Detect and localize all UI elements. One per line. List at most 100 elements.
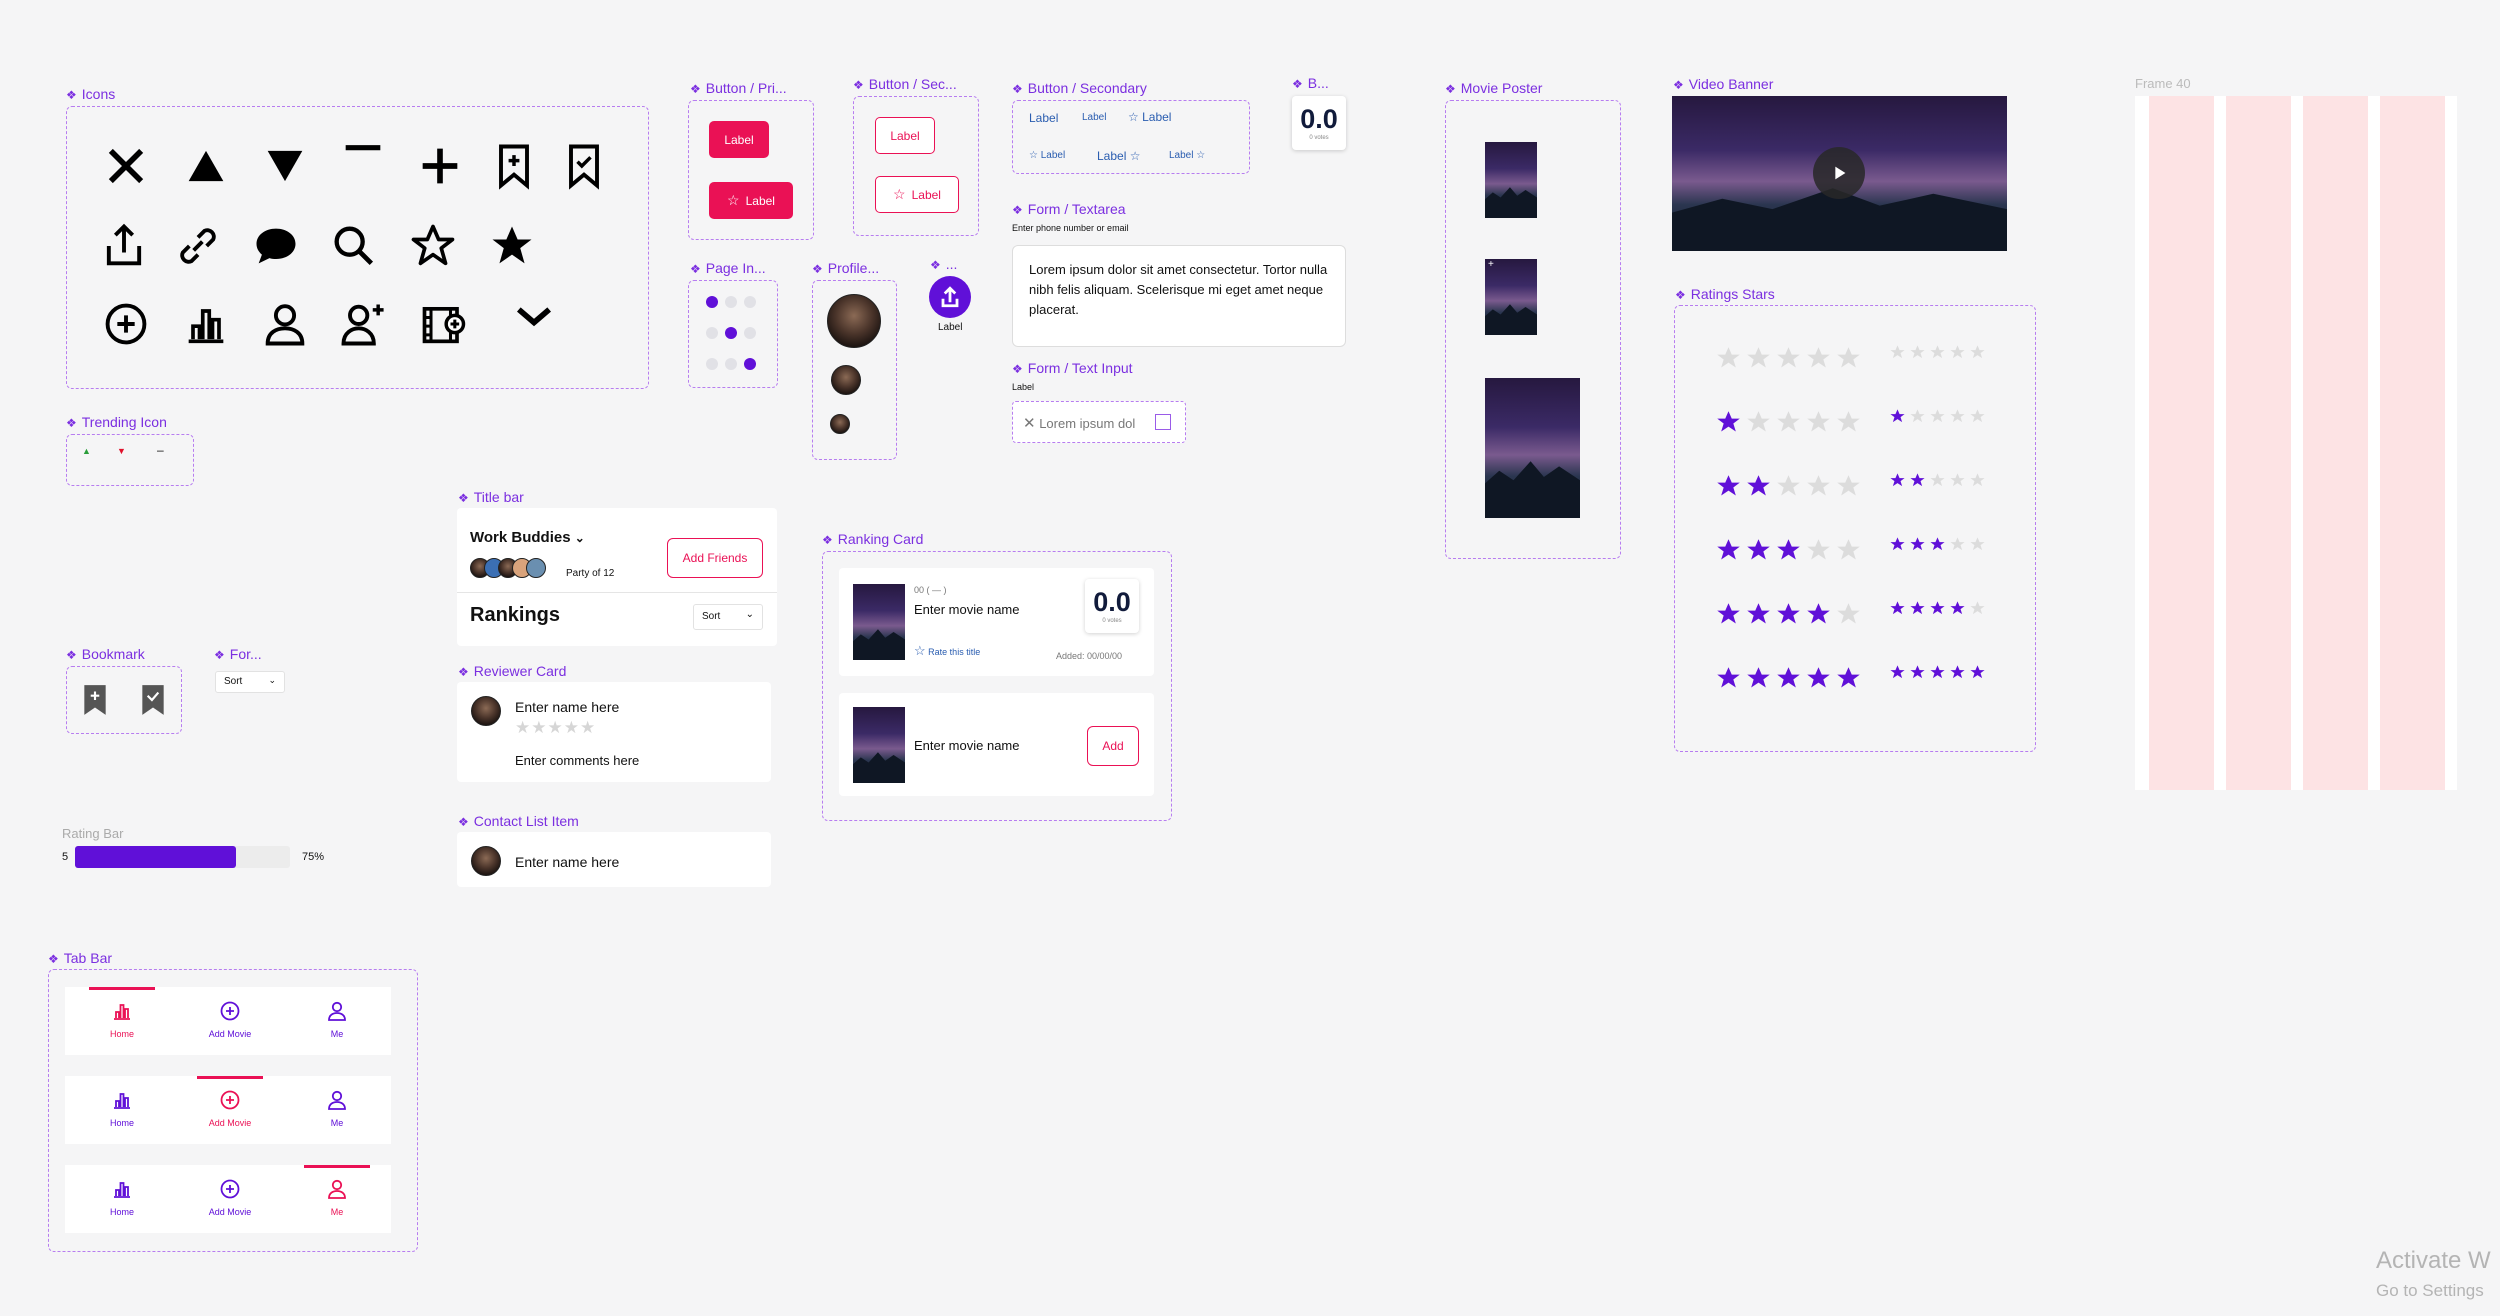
star-icon[interactable] [1929,344,1946,361]
rating-stars-small[interactable] [1889,536,1989,558]
star-outline-icon[interactable] [407,220,459,272]
plus-icon[interactable]: + [1488,259,1494,270]
star-icon[interactable] [1909,600,1926,617]
star-icon[interactable] [1805,409,1832,436]
star-icon[interactable] [1929,664,1946,681]
star-filled-icon[interactable] [486,220,538,272]
resize-handle[interactable] [1155,414,1171,430]
star-icon[interactable] [1949,664,1966,681]
rating-stars-small[interactable] [1889,408,1989,430]
page-dot[interactable] [725,358,737,370]
comment-icon[interactable] [250,220,302,272]
rankings-sort-dropdown[interactable]: Sort ⌄ [693,604,763,630]
star-icon[interactable] [1969,536,1986,553]
star-icon[interactable] [1949,472,1966,489]
upload-fab-button[interactable] [929,276,971,318]
star-icon[interactable] [1715,409,1742,436]
page-dot-active[interactable] [725,327,737,339]
star-icon[interactable] [1715,601,1742,628]
rating-stars-large[interactable] [1715,537,1865,569]
rating-stars-small[interactable] [1889,344,1989,366]
star-icon[interactable] [1835,665,1862,692]
star-icon[interactable] [1805,665,1832,692]
rate-this-title-link[interactable]: ☆ Rate this title [914,643,980,659]
star-icon[interactable] [1929,408,1946,425]
close-icon[interactable] [100,140,152,192]
add-friends-button[interactable]: Add Friends [667,538,763,578]
star-icon[interactable] [1909,664,1926,681]
primary-button-with-star[interactable]: ☆ Label [709,182,793,219]
bookmark-add-icon[interactable] [488,140,540,192]
star-icon[interactable] [1889,536,1906,553]
rating-stars-large[interactable] [1715,409,1865,441]
star-icon[interactable] [1775,473,1802,500]
primary-button[interactable]: Label [709,121,769,158]
star-icon[interactable] [1775,409,1802,436]
tab-add[interactable]: Add Movie [185,987,275,1055]
rating-stars-small[interactable] [1889,472,1989,494]
star-icon[interactable] [1929,536,1946,553]
tab-home[interactable]: Home [77,1165,167,1233]
star-icon[interactable] [1745,665,1772,692]
text-button-small[interactable]: Label [1082,112,1106,123]
bookmark-add-filled-icon[interactable] [82,684,108,716]
sort-dropdown[interactable]: Sort ⌄ [215,671,285,693]
star-icon[interactable] [1835,409,1862,436]
star-icon[interactable] [1835,345,1862,372]
text-button[interactable]: Label [1029,111,1058,125]
text-button-trailing-star[interactable]: Label ☆ [1097,149,1140,163]
star-icon[interactable] [1909,344,1926,361]
star-icon[interactable] [1969,472,1986,489]
star-icon[interactable] [1805,601,1832,628]
star-icon[interactable] [1949,536,1966,553]
bookmark-check-filled-icon[interactable] [140,684,166,716]
star-icon[interactable] [1805,537,1832,564]
star-icon[interactable] [1949,344,1966,361]
triangle-up-icon[interactable] [180,140,232,192]
page-dot[interactable] [725,296,737,308]
page-dot[interactable] [706,327,718,339]
star-icon[interactable] [1775,537,1802,564]
page-dot[interactable] [706,358,718,370]
star-icon[interactable] [1745,537,1772,564]
tab-me[interactable]: Me [292,1165,382,1233]
star-icon[interactable] [1775,665,1802,692]
add-circle-icon[interactable] [100,298,152,350]
star-icon[interactable] [1969,600,1986,617]
star-icon[interactable] [1949,408,1966,425]
play-button[interactable] [1813,147,1865,199]
star-icon[interactable] [1929,472,1946,489]
star-icon[interactable] [1909,536,1926,553]
page-dot-active[interactable] [744,358,756,370]
star-icon[interactable] [1889,408,1906,425]
star-icon[interactable] [1745,409,1772,436]
star-icon[interactable] [1745,345,1772,372]
plus-icon[interactable] [414,140,466,192]
user-add-icon[interactable] [337,298,389,350]
chevron-down-icon[interactable] [508,290,560,342]
message-textarea[interactable]: Lorem ipsum dolor sit amet consectetur. … [1012,245,1346,347]
secondary-button-with-star[interactable]: ☆ Label [875,176,959,213]
page-dot[interactable] [744,296,756,308]
chart-bar-icon[interactable] [180,298,232,350]
rating-stars-large[interactable] [1715,473,1865,505]
star-icon[interactable] [1949,600,1966,617]
star-icon[interactable] [1745,601,1772,628]
minus-icon[interactable] [337,126,389,178]
rating-stars-large[interactable] [1715,601,1865,633]
star-icon[interactable] [1969,408,1986,425]
secondary-button[interactable]: Label [875,117,935,154]
add-movie-button[interactable]: Add [1087,726,1139,766]
text-button-leading-star[interactable]: ☆ Label [1128,110,1171,124]
tab-add[interactable]: Add Movie [185,1076,275,1144]
star-icon[interactable] [1775,601,1802,628]
tab-home[interactable]: Home [77,1076,167,1144]
star-icon[interactable] [1715,473,1742,500]
search-icon[interactable] [328,220,380,272]
star-icon[interactable] [1805,473,1832,500]
user-icon[interactable] [259,298,311,350]
star-icon[interactable] [1969,664,1986,681]
star-icon[interactable] [1929,600,1946,617]
tab-home[interactable]: Home [77,987,167,1055]
text-button-leading-star-small[interactable]: ☆ Label [1029,150,1065,161]
